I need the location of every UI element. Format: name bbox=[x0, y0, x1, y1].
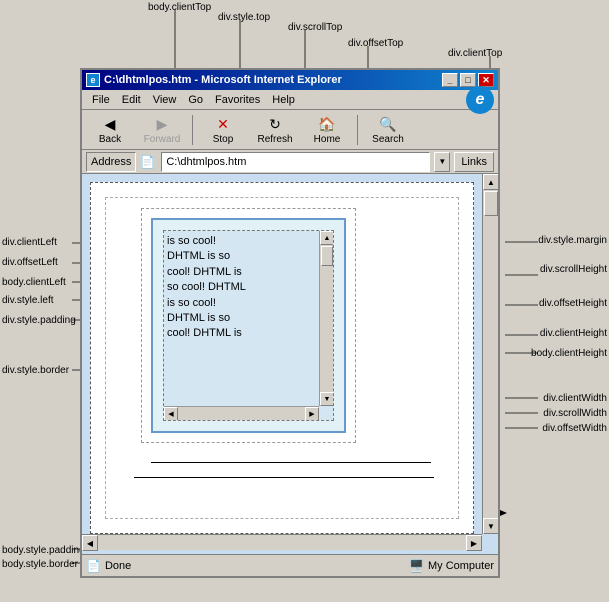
stop-button[interactable]: ✕ Stop bbox=[199, 112, 247, 148]
search-icon: 🔍 bbox=[377, 115, 399, 134]
refresh-button[interactable]: ↻ Refresh bbox=[251, 112, 299, 148]
div-vscroll-up[interactable]: ▲ bbox=[320, 231, 333, 245]
div-vscroll[interactable]: ▲ ▼ bbox=[319, 231, 333, 406]
div-vscroll-down[interactable]: ▼ bbox=[320, 392, 333, 406]
div-style-padding-label: div.style.padding bbox=[2, 315, 76, 326]
stop-label: Stop bbox=[213, 134, 234, 145]
search-button[interactable]: 🔍 Search bbox=[364, 112, 412, 148]
search-label: Search bbox=[372, 134, 404, 145]
body-client-top-label: body.clientTop bbox=[148, 2, 211, 13]
inner-width-line1 bbox=[151, 462, 431, 463]
div-scroll-width-label: div.scrollWidth bbox=[543, 408, 607, 419]
content-area: is so cool! DHTML is so cool! DHTML is s… bbox=[82, 174, 498, 572]
page-outer: is so cool! DHTML is so cool! DHTML is s… bbox=[90, 182, 474, 534]
body-client-height-label: body.clientHeight bbox=[531, 348, 607, 359]
div-offset-width-label: div.offsetWidth bbox=[542, 423, 607, 434]
status-text: Done bbox=[105, 560, 131, 572]
refresh-icon: ↻ bbox=[264, 115, 286, 134]
body-padding-box: is so cool! DHTML is so cool! DHTML is s… bbox=[105, 197, 459, 519]
address-bar: Address 📄 C:\dhtmlpos.htm ▼ Links bbox=[82, 150, 498, 174]
title-bar: e C:\dhtmlpos.htm - Microsoft Internet E… bbox=[82, 70, 498, 90]
browser-window: e C:\dhtmlpos.htm - Microsoft Internet E… bbox=[80, 68, 500, 578]
address-label: Address bbox=[86, 152, 136, 172]
address-input[interactable]: C:\dhtmlpos.htm bbox=[161, 152, 430, 172]
div-hscroll-left[interactable]: ◀ bbox=[164, 407, 178, 420]
status-left: 📄 Done bbox=[86, 559, 409, 573]
status-bar: 📄 Done 🖥️ My Computer bbox=[82, 554, 498, 576]
back-label: Back bbox=[99, 134, 121, 145]
div-client-width-label: div.clientWidth bbox=[543, 393, 607, 404]
browser-hscroll-right[interactable]: ▶ bbox=[466, 535, 482, 551]
back-button[interactable]: ◀ Back bbox=[86, 112, 134, 148]
status-right: 🖥️ My Computer bbox=[409, 559, 494, 573]
body-style-border-label: body.style.border bbox=[2, 559, 78, 570]
div-client-top-right-label: div.clientTop bbox=[448, 48, 502, 59]
title-buttons: _ □ ✕ bbox=[442, 73, 494, 87]
close-button[interactable]: ✕ bbox=[478, 73, 494, 87]
div-offset-height-label: div.offsetHeight bbox=[539, 298, 607, 309]
content-text: is so cool! DHTML is so cool! DHTML is s… bbox=[164, 231, 333, 345]
browser-icon: e bbox=[86, 73, 100, 87]
menu-view[interactable]: View bbox=[147, 92, 183, 108]
div-element: is so cool! DHTML is so cool! DHTML is s… bbox=[151, 218, 346, 433]
div-scroll-height-label: div.scrollHeight bbox=[540, 264, 607, 275]
status-page-icon: 📄 bbox=[86, 559, 101, 573]
div-style-left-label: div.style.left bbox=[2, 295, 54, 306]
menu-bar: File Edit View Go Favorites Help e bbox=[82, 90, 498, 110]
minimize-button[interactable]: _ bbox=[442, 73, 458, 87]
div-style-border-label: div.style.border bbox=[2, 365, 69, 376]
div-offset-left-label: div.offsetLeft bbox=[2, 257, 58, 268]
forward-icon: ▶ bbox=[151, 115, 173, 134]
status-computer-text: My Computer bbox=[428, 560, 494, 572]
forward-button[interactable]: ▶ Forward bbox=[138, 112, 186, 148]
div-vscroll-thumb[interactable] bbox=[321, 246, 333, 266]
div-style-top-label: div.style.top bbox=[218, 12, 270, 23]
links-button[interactable]: Links bbox=[454, 152, 494, 172]
inner-width-line2 bbox=[134, 477, 434, 478]
address-dropdown[interactable]: ▼ bbox=[434, 152, 450, 172]
home-button[interactable]: 🏠 Home bbox=[303, 112, 351, 148]
back-icon: ◀ bbox=[99, 115, 121, 134]
div-content-box: is so cool! DHTML is so cool! DHTML is s… bbox=[164, 231, 333, 420]
home-icon: 🏠 bbox=[316, 115, 338, 134]
ie-logo: e bbox=[466, 86, 494, 114]
body-client-left-label: body.clientLeft bbox=[2, 277, 66, 288]
page-icon: 📄 bbox=[140, 155, 155, 169]
toolbar: ◀ Back ▶ Forward ✕ Stop ↻ Refresh 🏠 Home… bbox=[82, 110, 498, 150]
forward-label: Forward bbox=[144, 134, 181, 145]
div-scroll-top-label: div.scrollTop bbox=[288, 22, 342, 33]
div-hscroll-right[interactable]: ▶ bbox=[305, 407, 319, 420]
status-computer-icon: 🖥️ bbox=[409, 559, 424, 573]
menu-favorites[interactable]: Favorites bbox=[209, 92, 266, 108]
menu-edit[interactable]: Edit bbox=[116, 92, 147, 108]
window-title: C:\dhtmlpos.htm - Microsoft Internet Exp… bbox=[104, 74, 442, 86]
home-label: Home bbox=[314, 134, 341, 145]
div-client-height-label: div.clientHeight bbox=[540, 328, 607, 339]
menu-file[interactable]: File bbox=[86, 92, 116, 108]
div-padding-box: is so cool! DHTML is so cool! DHTML is s… bbox=[163, 230, 334, 421]
div-style-margin-label: div.style.margin bbox=[538, 235, 607, 246]
div-client-left-label: div.clientLeft bbox=[2, 237, 57, 248]
browser-hscroll-left[interactable]: ◀ bbox=[82, 535, 98, 551]
refresh-label: Refresh bbox=[257, 134, 292, 145]
stop-icon: ✕ bbox=[212, 115, 234, 134]
body-style-padding-label: body.style.padding bbox=[2, 545, 85, 556]
toolbar-divider-2 bbox=[357, 115, 358, 145]
div-hscroll[interactable]: ◀ ▶ bbox=[164, 406, 319, 420]
menu-help[interactable]: Help bbox=[266, 92, 301, 108]
div-offset-top-label: div.offsetTop bbox=[348, 38, 403, 49]
browser-hscroll[interactable]: ◀ ▶ bbox=[82, 534, 482, 550]
browser-vscroll-thumb[interactable] bbox=[484, 191, 498, 216]
toolbar-divider-1 bbox=[192, 115, 193, 145]
menu-go[interactable]: Go bbox=[182, 92, 209, 108]
browser-vscroll-down[interactable]: ▼ bbox=[483, 518, 498, 534]
browser-vscroll[interactable]: ▲ ▼ bbox=[482, 174, 498, 534]
browser-vscroll-up[interactable]: ▲ bbox=[483, 174, 498, 190]
maximize-button[interactable]: □ bbox=[460, 73, 476, 87]
